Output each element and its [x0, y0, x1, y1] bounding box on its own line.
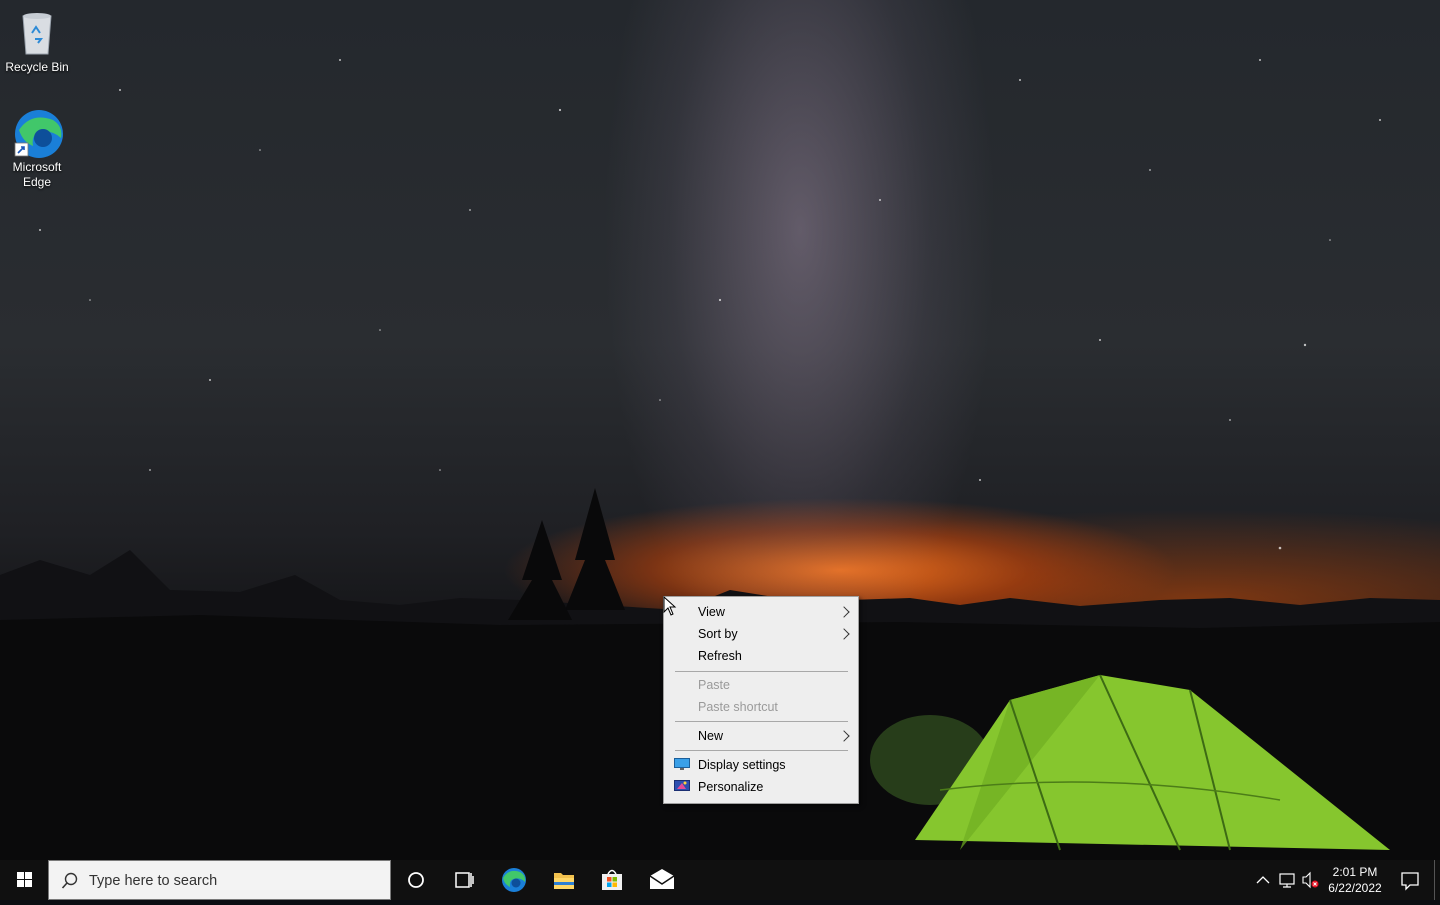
menu-item-label: Paste	[698, 678, 730, 692]
taskbar: Type here to search 2:01 PM 6/22/2022	[0, 860, 1440, 900]
display-icon	[674, 758, 690, 771]
mail-icon	[649, 869, 675, 889]
file-explorer-icon	[554, 873, 574, 889]
clock[interactable]: 2:01 PM 6/22/2022	[1324, 860, 1386, 900]
menu-item-sort-by[interactable]: Sort by	[664, 623, 858, 645]
mouse-cursor-icon	[663, 596, 677, 616]
network-button[interactable]	[1276, 860, 1298, 900]
menu-item-label: Refresh	[698, 649, 742, 663]
taskbar-edge-button[interactable]	[490, 860, 538, 900]
menu-item-view[interactable]: View	[664, 601, 858, 623]
notification-icon	[1401, 872, 1419, 891]
menu-item-label: New	[698, 729, 724, 743]
start-button[interactable]	[0, 860, 48, 900]
task-view-button[interactable]	[440, 860, 488, 900]
action-center-button[interactable]	[1392, 860, 1428, 900]
desktop-icon-recycle-bin[interactable]: Recycle Bin	[1, 8, 73, 75]
desktop-icon-label: Recycle Bin	[5, 60, 69, 74]
menu-separator	[675, 671, 848, 672]
desktop-icon-label: Microsoft Edge	[12, 160, 62, 189]
taskbar-file-explorer-button[interactable]	[540, 860, 588, 900]
menu-item-refresh[interactable]: Refresh	[664, 645, 858, 667]
clock-date: 6/22/2022	[1328, 881, 1382, 895]
cortana-icon	[408, 872, 424, 888]
chevron-right-icon	[838, 730, 850, 742]
menu-item-new[interactable]: New	[664, 725, 858, 747]
chevron-up-icon	[1256, 876, 1270, 884]
recycle-bin-icon	[13, 8, 61, 56]
network-icon	[1279, 873, 1295, 888]
windows-logo-icon	[17, 872, 32, 887]
personalize-icon	[674, 780, 690, 793]
volume-muted-icon	[1302, 871, 1319, 889]
taskbar-search-box[interactable]: Type here to search	[48, 860, 391, 900]
menu-item-paste[interactable]: Paste	[664, 674, 858, 696]
menu-item-display-settings[interactable]: Display settings	[664, 754, 858, 776]
chevron-right-icon	[838, 628, 850, 640]
chevron-right-icon	[838, 606, 850, 618]
menu-item-label: Display settings	[698, 758, 786, 772]
menu-separator	[675, 721, 848, 722]
store-icon	[602, 869, 622, 890]
menu-item-label: Sort by	[698, 627, 738, 641]
volume-button[interactable]	[1300, 860, 1322, 900]
show-desktop-button[interactable]	[1434, 860, 1440, 900]
menu-item-label: Paste shortcut	[698, 700, 778, 714]
desktop-icon-edge[interactable]: Microsoft Edge	[1, 108, 73, 190]
show-hidden-icons-button[interactable]	[1252, 860, 1274, 900]
clock-time: 2:01 PM	[1332, 865, 1378, 879]
menu-item-label: View	[698, 605, 725, 619]
menu-separator	[675, 750, 848, 751]
search-placeholder: Type here to search	[89, 873, 218, 889]
desktop-context-menu: View Sort by Refresh Paste Paste shortcu…	[663, 596, 859, 804]
edge-icon	[13, 108, 63, 158]
menu-item-personalize[interactable]: Personalize	[664, 776, 858, 798]
search-icon	[61, 872, 78, 889]
task-view-icon	[455, 872, 474, 888]
menu-item-label: Personalize	[698, 780, 764, 794]
taskbar-mail-button[interactable]	[638, 860, 686, 900]
edge-icon	[502, 868, 526, 892]
cortana-button[interactable]	[392, 860, 440, 900]
menu-item-paste-shortcut[interactable]: Paste shortcut	[664, 696, 858, 718]
taskbar-store-button[interactable]	[588, 860, 636, 900]
